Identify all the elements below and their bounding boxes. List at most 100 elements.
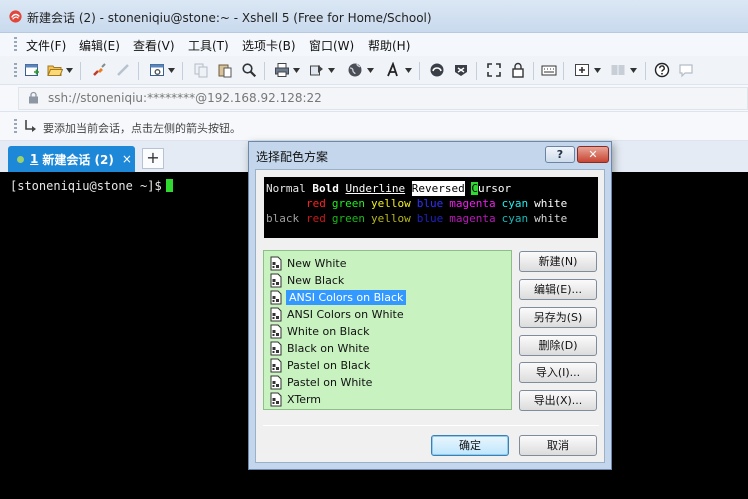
- preview-color-cyan: cyan: [501, 197, 529, 210]
- toolbar-separator: [182, 62, 183, 80]
- menu-bar: 文件(F) 编辑(E) 查看(V) 工具(T) 选项卡(B) 窗口(W) 帮助(…: [0, 33, 748, 56]
- tile-icon[interactable]: [609, 61, 627, 79]
- dialog-help-button[interactable]: ?: [545, 146, 575, 163]
- toolbar-separator: [476, 62, 477, 80]
- preview-color-blue: blue: [416, 197, 444, 210]
- xmanager-icon[interactable]: [452, 61, 470, 79]
- preview-color-white: white: [534, 197, 568, 210]
- font-dropdown-icon[interactable]: [405, 68, 412, 73]
- tab-number: 1: [30, 152, 39, 166]
- fullscreen-icon[interactable]: [485, 61, 503, 79]
- toolbar-separator: [645, 62, 646, 80]
- scheme-list-item[interactable]: Pastel on White: [269, 374, 373, 391]
- menubar-grip[interactable]: [14, 37, 17, 52]
- lock-icon: [29, 91, 38, 104]
- menu-file[interactable]: 文件(F): [26, 37, 66, 54]
- toolbar-separator: [533, 62, 534, 80]
- preview-color-yellow: yellow: [371, 197, 411, 210]
- dialog-close-button[interactable]: ✕: [577, 146, 609, 163]
- transfer-icon[interactable]: [308, 61, 326, 79]
- scheme-file-icon: [270, 273, 282, 288]
- menu-view[interactable]: 查看(V): [133, 37, 175, 54]
- chat-icon[interactable]: [677, 61, 695, 79]
- main-toolbar: [0, 56, 748, 85]
- scheme-list-item[interactable]: Black on White: [269, 340, 370, 357]
- lock-toolbar-icon[interactable]: [509, 61, 527, 79]
- scheme-file-icon: [270, 392, 282, 407]
- properties-dropdown-icon[interactable]: [168, 68, 175, 73]
- disconnect-icon[interactable]: [114, 61, 132, 79]
- scheme-file-icon: [270, 324, 282, 339]
- preview-dim-color-blue: blue: [416, 212, 444, 225]
- scheme-list-item[interactable]: ANSI Colors on Black: [269, 289, 407, 306]
- menu-help[interactable]: 帮助(H): [368, 37, 410, 54]
- menu-tabs[interactable]: 选项卡(B): [242, 37, 296, 54]
- new-tab-button[interactable]: +: [142, 148, 164, 169]
- toolbar-grip[interactable]: [14, 63, 17, 79]
- ok-button[interactable]: 确定: [431, 435, 509, 456]
- scheme-list-item[interactable]: ANSI Colors on White: [269, 306, 405, 323]
- hintbar-grip[interactable]: [14, 119, 17, 135]
- toolbar-separator: [264, 62, 265, 80]
- menu-window[interactable]: 窗口(W): [309, 37, 354, 54]
- print-dropdown-icon[interactable]: [293, 68, 300, 73]
- preview-dim-color-green: green: [331, 212, 365, 225]
- preview-color-magenta: magenta: [449, 197, 496, 210]
- scheme-list-item[interactable]: New Black: [269, 272, 345, 289]
- address-text[interactable]: ssh://stoneniqiu:********@192.168.92.128…: [48, 91, 322, 105]
- new-scheme-button[interactable]: 新建(N): [519, 251, 597, 272]
- preview-reversed: Reversed: [411, 181, 465, 196]
- cancel-button[interactable]: 取消: [519, 435, 597, 456]
- scheme-label: New White: [287, 257, 347, 270]
- open-folder-icon[interactable]: [46, 61, 64, 79]
- tab-session-2[interactable]: 1 新建会话 (2) ×: [8, 146, 135, 172]
- add-session-arrow-icon[interactable]: [24, 119, 38, 133]
- scheme-file-icon: [270, 375, 282, 390]
- tab-close-icon[interactable]: ×: [122, 152, 132, 166]
- scheme-list-item[interactable]: Pastel on Black: [269, 357, 371, 374]
- add-tab-dropdown-icon[interactable]: [594, 68, 601, 73]
- status-dot-icon: [17, 155, 24, 163]
- delete-scheme-button[interactable]: 删除(D): [519, 335, 597, 356]
- preview-bold: Bold: [312, 182, 339, 195]
- address-bar: ssh://stoneniqiu:********@192.168.92.128…: [0, 85, 748, 112]
- keyboard-icon[interactable]: [540, 61, 558, 79]
- menu-edit[interactable]: 编辑(E): [79, 37, 120, 54]
- terminal-cursor: [165, 179, 173, 192]
- add-tab-icon[interactable]: [573, 61, 591, 79]
- properties-icon[interactable]: [148, 61, 166, 79]
- preview-color-red: red: [306, 197, 326, 210]
- font-icon[interactable]: [384, 61, 402, 79]
- globe-dropdown-icon[interactable]: [367, 68, 374, 73]
- tile-dropdown-icon[interactable]: [630, 68, 637, 73]
- scheme-list-item[interactable]: White on Black: [269, 323, 370, 340]
- scheme-list-item[interactable]: New White: [269, 255, 347, 272]
- save-as-button[interactable]: 另存为(S): [519, 307, 597, 328]
- import-button[interactable]: 导入(I)...: [519, 362, 597, 383]
- menu-tools[interactable]: 工具(T): [188, 37, 229, 54]
- preview-cursor-char: C: [471, 182, 478, 195]
- scheme-label: Pastel on Black: [287, 359, 371, 372]
- scheme-list-item[interactable]: XTerm: [269, 391, 322, 408]
- scheme-label: Black on White: [287, 342, 370, 355]
- connect-icon[interactable]: [90, 61, 108, 79]
- help-icon[interactable]: [653, 61, 671, 79]
- export-button[interactable]: 导出(X)...: [519, 390, 597, 411]
- globe-icon[interactable]: [346, 61, 364, 79]
- scheme-label: XTerm: [287, 393, 322, 406]
- scheme-file-icon: [270, 307, 282, 322]
- window-titlebar[interactable]: 新建会话 (2) - stoneniqiu@stone:~ - Xshell 5…: [0, 0, 748, 33]
- transfer-dropdown-icon[interactable]: [328, 68, 335, 73]
- find-icon[interactable]: [240, 61, 258, 79]
- scheme-file-icon: [270, 341, 282, 356]
- scheme-list[interactable]: New White New Black ANSI Colors on Black AN…: [263, 250, 512, 410]
- print-icon[interactable]: [273, 61, 291, 79]
- preview-dim-color-cyan: cyan: [501, 212, 529, 225]
- edit-scheme-button[interactable]: 编辑(E)...: [519, 279, 597, 300]
- new-session-icon[interactable]: [23, 61, 41, 79]
- open-dropdown-icon[interactable]: [66, 68, 73, 73]
- copy-icon[interactable]: [192, 61, 210, 79]
- color-scheme-dialog: 选择配色方案 ? ✕ Normal Bold Underline Reverse…: [248, 141, 612, 470]
- paste-icon[interactable]: [216, 61, 234, 79]
- xftp-icon[interactable]: [428, 61, 446, 79]
